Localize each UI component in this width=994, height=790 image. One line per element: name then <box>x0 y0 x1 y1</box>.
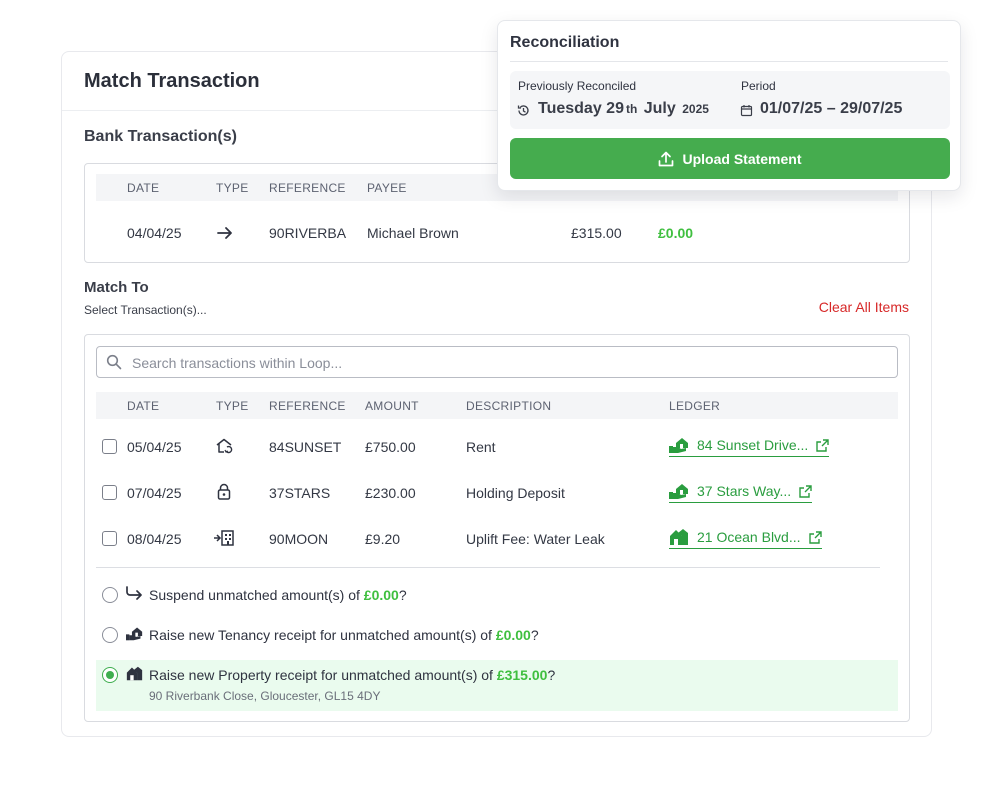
match-table-header: DATE TYPE REFERENCE AMOUNT DESCRIPTION L… <box>96 392 898 419</box>
match-table-box: Search transactions within Loop... DATE … <box>84 334 910 722</box>
row-amount: £9.20 <box>365 531 401 547</box>
reconciliation-panel: Reconciliation Previously Reconciled Tue… <box>497 20 961 191</box>
bank-date: 04/04/25 <box>127 225 182 241</box>
col-type: TYPE <box>216 399 249 413</box>
row-amount: £750.00 <box>365 439 416 455</box>
bank-unmatched: £0.00 <box>658 225 694 241</box>
col-description: DESCRIPTION <box>466 399 552 413</box>
clear-all-button[interactable]: Clear All Items <box>819 299 909 315</box>
row-checkbox[interactable] <box>102 531 117 546</box>
row-reference: 37STARS <box>269 485 331 501</box>
ledger-link[interactable]: 84 Sunset Drive... <box>669 436 830 457</box>
search-icon <box>106 354 122 370</box>
suspend-radio[interactable] <box>102 587 118 603</box>
ledger-label: 21 Ocean Blvd... <box>697 529 801 545</box>
col-ledger: LEDGER <box>669 399 721 413</box>
bank-reference: 90RIVERBA <box>269 225 347 241</box>
row-description: Holding Deposit <box>466 485 565 501</box>
property-option-text: Raise new Property receipt for unmatched… <box>149 667 556 683</box>
property-radio[interactable] <box>102 667 118 683</box>
tenancy-hand-icon <box>126 627 143 641</box>
upload-statement-label: Upload Statement <box>682 150 802 167</box>
row-checkbox[interactable] <box>102 485 117 500</box>
divider <box>510 61 948 62</box>
tenancy-radio[interactable] <box>102 627 118 643</box>
row-description: Rent <box>466 439 496 455</box>
match-to-subtitle: Select Transaction(s)... <box>84 303 207 317</box>
row-amount: £230.00 <box>365 485 416 501</box>
search-input[interactable]: Search transactions within Loop... <box>96 346 898 378</box>
external-link-icon <box>816 438 829 452</box>
row-checkbox[interactable] <box>102 439 117 454</box>
bank-transactions-title: Bank Transaction(s) <box>84 128 237 145</box>
lock-icon <box>217 483 231 500</box>
external-link-icon <box>808 530 822 544</box>
bank-payee: Michael Brown <box>367 225 459 241</box>
building-in-icon <box>214 530 234 546</box>
period-value: 01/07/25 – 29/07/25 <box>760 100 903 117</box>
col-date: DATE <box>127 181 160 195</box>
tenancy-option-text: Raise new Tenancy receipt for unmatched … <box>149 627 539 643</box>
arrow-right-icon <box>217 227 232 239</box>
ledger-link[interactable]: 21 Ocean Blvd... <box>669 528 822 549</box>
tenancy-hand-icon <box>669 438 688 453</box>
property-receipt-option[interactable]: Raise new Property receipt for unmatched… <box>96 660 898 711</box>
external-link-icon <box>799 484 812 498</box>
reconciliation-title: Reconciliation <box>510 34 620 51</box>
col-type: TYPE <box>216 181 249 195</box>
row-reference: 90MOON <box>269 531 329 547</box>
prev-reconciled-date: Tuesday 29th July 2025 <box>538 100 709 117</box>
ledger-label: 84 Sunset Drive... <box>697 437 809 453</box>
upload-icon <box>659 151 674 166</box>
match-to-title: Match To <box>84 279 149 296</box>
ledger-link[interactable]: 37 Stars Way... <box>669 482 813 503</box>
search-placeholder: Search transactions within Loop... <box>132 355 343 371</box>
reconciliation-info: Previously Reconciled Tuesday 29th July … <box>510 71 950 129</box>
row-reference: 84SUNSET <box>269 439 342 455</box>
tenancy-hand-icon <box>669 484 688 499</box>
property-icon <box>126 666 143 681</box>
row-description: Uplift Fee: Water Leak <box>466 531 605 547</box>
ledger-label: 37 Stars Way... <box>697 483 792 499</box>
bank-amount: £315.00 <box>571 225 622 241</box>
property-address: 90 Riverbank Close, Gloucester, GL15 4DY <box>149 689 381 703</box>
calendar-icon <box>740 105 753 117</box>
col-date: DATE <box>127 399 160 413</box>
property-icon <box>670 529 688 545</box>
col-reference: REFERENCE <box>269 181 346 195</box>
divider <box>96 567 880 568</box>
row-date: 07/04/25 <box>127 485 182 501</box>
prev-reconciled-label: Previously Reconciled <box>518 79 637 93</box>
suspend-option-text: Suspend unmatched amount(s) of £0.00? <box>149 587 407 603</box>
forward-arrow-icon <box>126 586 142 600</box>
col-amount: AMOUNT <box>365 399 419 413</box>
history-icon <box>517 105 529 116</box>
period-label: Period <box>741 79 776 93</box>
row-date: 08/04/25 <box>127 531 182 547</box>
row-date: 05/04/25 <box>127 439 182 455</box>
upload-statement-button[interactable]: Upload Statement <box>510 138 950 179</box>
tenancy-receipt-option[interactable]: Raise new Tenancy receipt for unmatched … <box>96 620 898 650</box>
suspend-option[interactable]: Suspend unmatched amount(s) of £0.00? <box>96 580 898 610</box>
house-cycle-icon <box>216 438 233 454</box>
col-reference: REFERENCE <box>269 399 346 413</box>
col-payee: PAYEE <box>367 181 407 195</box>
